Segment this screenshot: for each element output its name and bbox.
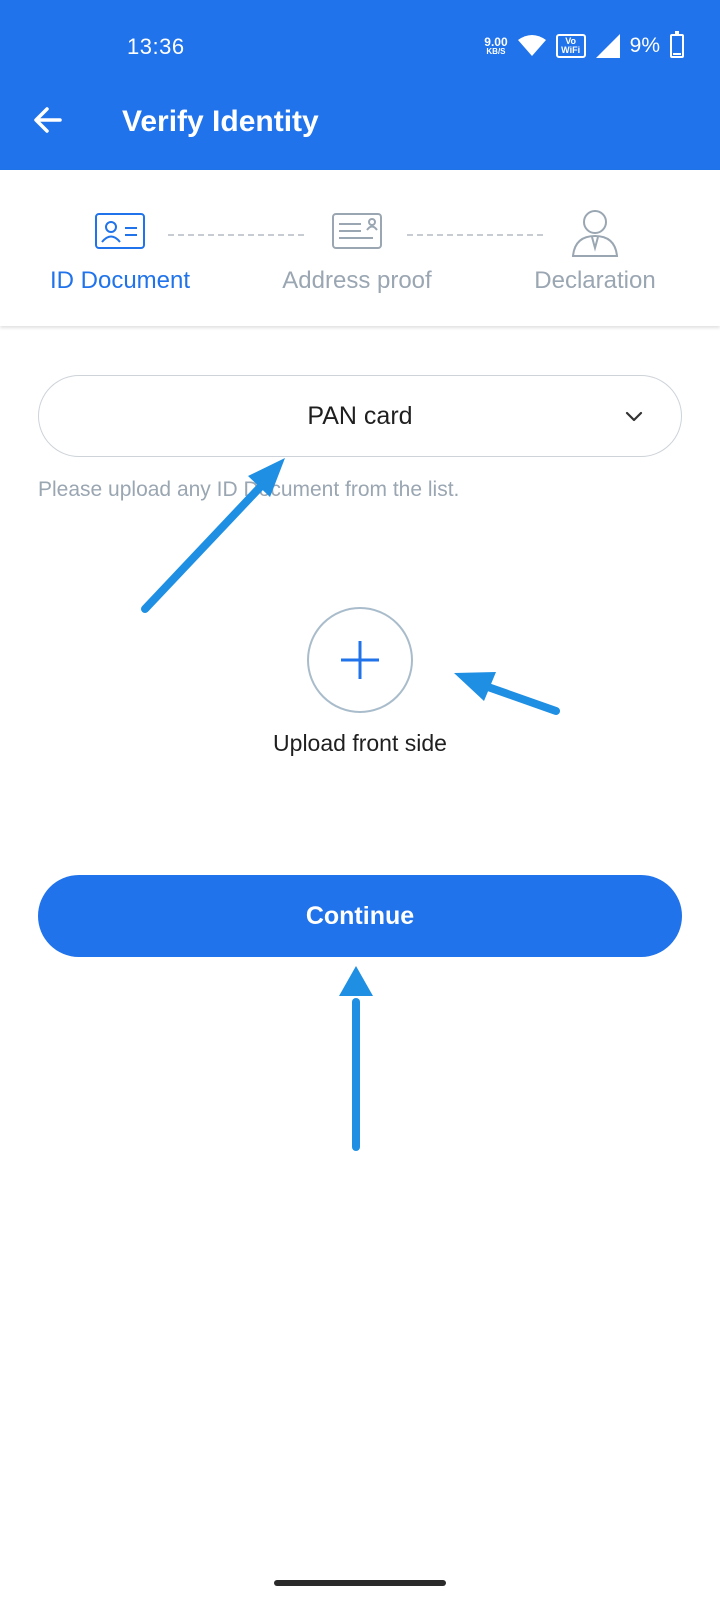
plus-icon <box>341 641 379 679</box>
vowifi-bottom-text: WiFi <box>561 45 581 55</box>
id-document-select[interactable]: PAN card <box>38 375 682 457</box>
back-button[interactable] <box>30 102 66 138</box>
battery-icon <box>670 31 684 58</box>
id-card-icon <box>95 213 145 249</box>
vowifi-icon: Vo WiFi <box>555 34 586 58</box>
document-select-value: PAN card <box>307 402 413 430</box>
chevron-down-icon <box>625 411 643 422</box>
step-address-proof[interactable]: Address proof <box>247 170 467 326</box>
step-label: Declaration <box>534 267 656 294</box>
page-title: Verify Identity <box>122 105 319 138</box>
home-indicator[interactable] <box>274 1580 446 1586</box>
arrow-to-upload-icon <box>454 672 560 715</box>
step-declaration[interactable]: Declaration <box>485 170 705 326</box>
continue-button[interactable]: Continue <box>38 875 682 957</box>
cell-signal-icon <box>595 34 620 58</box>
wifi-icon <box>517 35 546 56</box>
step-label: Address proof <box>282 267 432 294</box>
step-label: ID Document <box>49 267 191 294</box>
battery-percent: 9% <box>629 34 660 57</box>
person-icon <box>571 210 619 257</box>
helper-text: Please upload any ID Document from the l… <box>38 478 460 501</box>
upload-label: Upload front side <box>273 730 447 756</box>
upload-front-button[interactable] <box>307 607 413 713</box>
arrow-left-icon <box>34 107 62 133</box>
arrow-to-continue-icon <box>339 966 373 1151</box>
net-speed-unit: KB/S <box>486 47 506 56</box>
step-id-document[interactable]: ID Document <box>10 170 230 326</box>
app-bar: 13:36 9.00 KB/S Vo WiFi 9% Verify Identi… <box>0 0 720 170</box>
net-speed-indicator: 9.00 KB/S <box>484 36 507 56</box>
status-time: 13:36 <box>127 34 185 59</box>
verification-stepper: ID Document Address proof Declaration <box>0 170 720 326</box>
status-icons: 9.00 KB/S Vo WiFi 9% <box>484 31 684 61</box>
address-card-icon <box>332 213 382 249</box>
